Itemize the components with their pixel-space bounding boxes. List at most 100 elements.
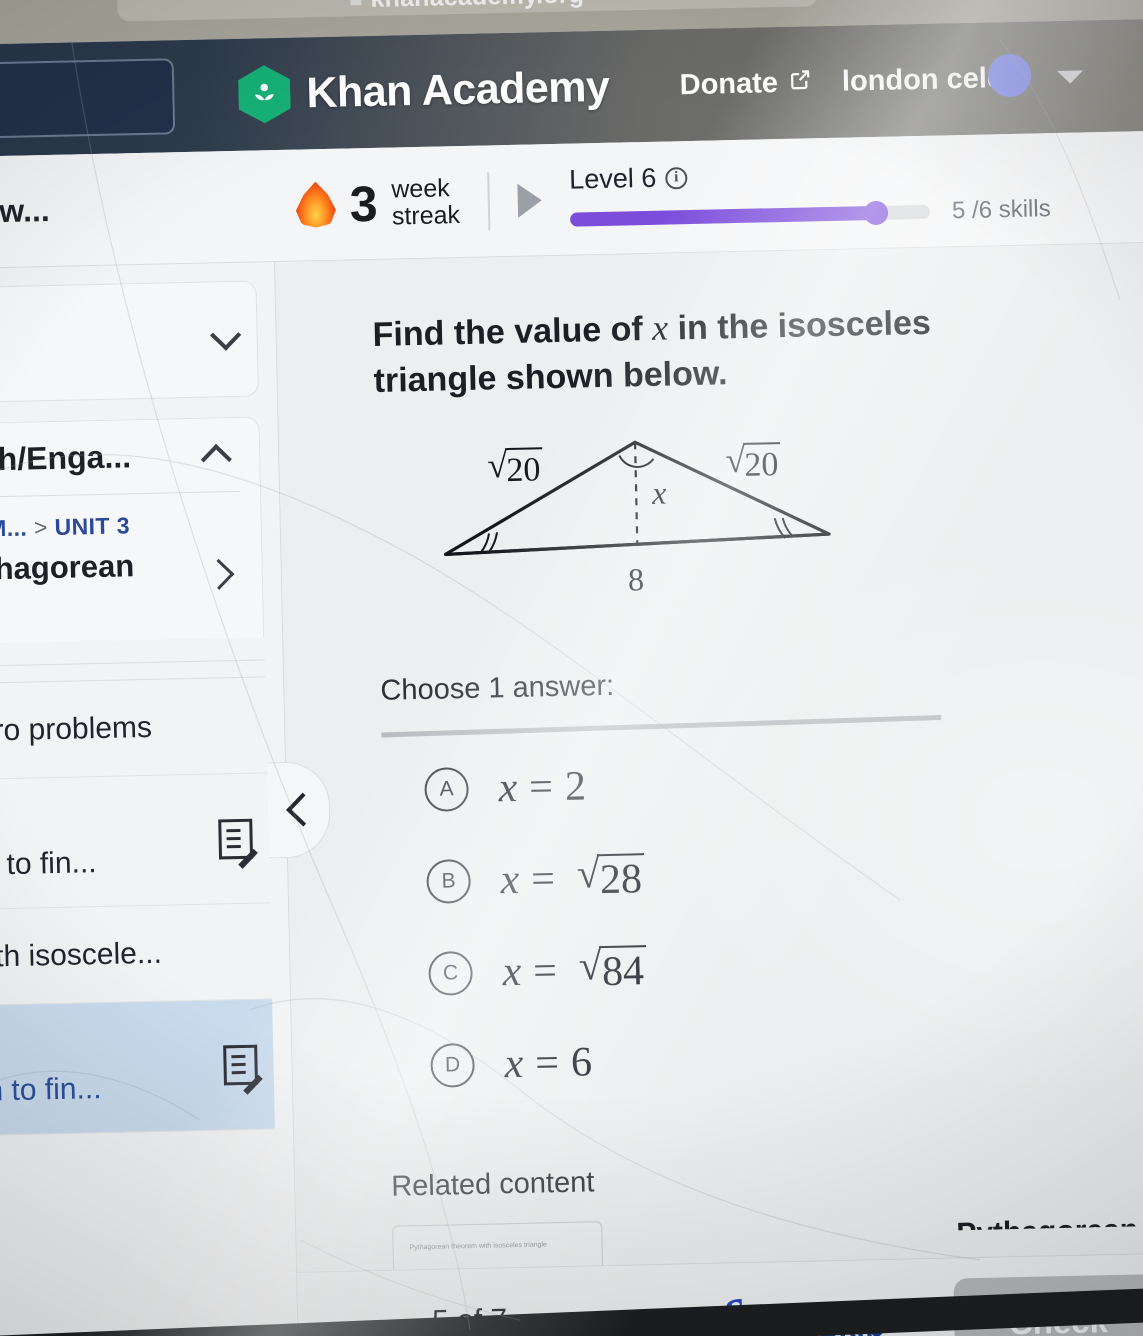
course-sidebar: ts eka Math/Enga... EUREKA M... > UNIT 3… [0,262,332,1336]
answer-choice-math: x = √ 28 [500,851,646,904]
sidebar-item[interactable]: PMtheorem to fin... [0,773,271,913]
level-progress-bar [569,200,931,227]
breadcrumb-unit[interactable]: UNIT 3 [54,512,130,540]
level-label-row: Level 6 i [569,154,1050,195]
level-progress-row: 5 /6 skills [569,195,1051,233]
chevron-down-icon[interactable] [210,319,242,351]
height-label: x [651,474,667,511]
info-icon[interactable]: i [665,166,688,190]
sidebar-item-label: theorem to fin... [0,1072,102,1111]
brand-logo-group[interactable]: Khan Academy [238,58,610,124]
answer-choice-radio[interactable]: D [430,1043,476,1089]
page-body: ts eka Math/Enga... EUREKA M... > UNIT 3… [0,242,1143,1336]
brand-name: Khan Academy [305,62,610,117]
streak-label-line1: week [390,173,450,204]
play-triangle-icon[interactable] [517,182,543,218]
question-text-part1: Find the value of [372,309,653,354]
answer-choice-math: x = 6 [504,1039,592,1089]
answer-rhs: 28 [597,853,646,903]
lesson-title-line1: The Pythagorean [0,548,135,588]
donate-link[interactable]: Donate [679,66,812,102]
chevron-left-icon [285,792,320,827]
sidebar-item-content: PMtheorem to fin... [0,804,97,886]
answer-lhs: x [500,857,520,904]
unit-selector[interactable]: eka Math/Enga... [0,436,240,489]
sidebar-item-label: theorem to fin... [0,846,97,885]
sidebar-item-content: PMtheorem to fin... [0,1030,102,1112]
lock-icon [350,0,362,6]
breadcrumb: EUREKA M... > UNIT 3 [0,510,241,545]
badge-holder: PM [0,804,96,844]
divider [0,490,241,500]
answer-equals: = [534,1040,560,1087]
answer-rhs: 84 [599,945,648,995]
unit-card: eka Math/Enga... EUREKA M... > UNIT 3 Th… [0,416,265,647]
answer-equals: = [528,764,554,811]
answer-choice[interactable]: Cx = √ 84 [386,913,1128,1021]
sidebar-item-list: orem intro problemsPMtheorem to fin...or… [0,677,275,1139]
streak-label-line2: streak [391,200,461,231]
divider [0,659,265,670]
khan-academy-logo-icon [238,65,291,124]
photographed-screen: khanacademy.org [0,0,1143,1336]
answer-lhs: x [498,765,518,812]
unit-selector-label: eka Math/Enga... [0,438,132,479]
left-leg-label: √ 20 [487,445,543,491]
flame-icon [295,181,336,228]
external-link-icon [788,66,813,100]
answer-choice-radio[interactable]: A [424,767,470,813]
answer-lhs: x [504,1041,524,1088]
divider [487,171,491,230]
square-root-icon: √ 28 [576,851,646,903]
level-progress-fill [569,205,877,227]
answer-choice[interactable]: Dx = 6 [388,1005,1130,1113]
course-selector-card[interactable]: ts [0,280,259,405]
skills-count: 5 /6 skills [951,195,1051,225]
answer-equals: = [532,948,558,995]
sidebar-item-content: orem intro problems [0,711,152,751]
answer-rhs: 6 [570,1039,593,1087]
answer-choice-math: x = 2 [498,763,586,813]
breadcrumb-course[interactable]: EUREKA M... [0,515,27,544]
address-bar[interactable]: khanacademy.org [116,0,818,22]
answer-rhs: 2 [564,763,587,810]
sidebar-item[interactable]: PMtheorem to fin... [0,999,275,1139]
breadcrumb-separator: > [33,514,49,541]
chevron-up-icon[interactable] [200,443,232,475]
base-label: 8 [627,561,645,598]
choose-answer-label: Choose 1 answer: [380,669,615,707]
url-text: khanacademy.org [350,0,584,14]
level-widget: Level 6 i 5 /6 skills [569,154,1051,233]
right-leg-label: √ 20 [725,440,781,485]
streak-widget[interactable]: 3 week streak [295,173,461,233]
lesson-title-line2: rem [0,584,135,624]
sidebar-item-label: orem intro problems [0,710,153,750]
answer-choice-math: x = √ 84 [502,943,648,996]
related-content-link[interactable]: Pythagorean theorem with... [956,1209,1143,1252]
sidebar-item[interactable]: orem with isoscele... [0,903,273,1009]
answer-equals: = [530,856,556,903]
question-variable: x [651,307,669,348]
sidebar-item[interactable]: orem intro problems [0,677,268,783]
search-input[interactable]: rch [0,58,176,141]
triangle-diagram: √ 20 √ 20 x 8 [435,418,1119,618]
answer-choice[interactable]: Bx = √ 28 [384,821,1126,929]
streak-label: week streak [390,173,461,231]
answer-choice[interactable]: Ax = 2 [382,729,1124,837]
related-card-text: Pythagorean theorem with isosceles trian… [409,1241,548,1252]
header-actions: Donate london cele... [679,53,1135,102]
chevron-right-icon[interactable] [203,558,235,590]
avatar[interactable] [987,53,1032,97]
chevron-down-icon[interactable] [1057,69,1084,84]
answer-choice-radio[interactable]: B [426,859,472,905]
answer-choice-list: Ax = 2 Bx = √ 28 Cx = √ 84 Dx = 6 [382,729,1130,1113]
exercise-icon [218,818,254,860]
streak-headline: eak now... [0,191,51,231]
lesson-row[interactable]: The Pythagorean rem [0,543,243,630]
question-prompt: Find the value of x in the isosceles tri… [372,296,1014,404]
square-root-icon: √ 84 [578,943,648,995]
exercise-icon [223,1044,258,1086]
exercise-panel: Find the value of x in the isosceles tri… [275,242,1143,1336]
answer-lhs: x [502,949,522,996]
answer-choice-radio[interactable]: C [428,951,474,997]
